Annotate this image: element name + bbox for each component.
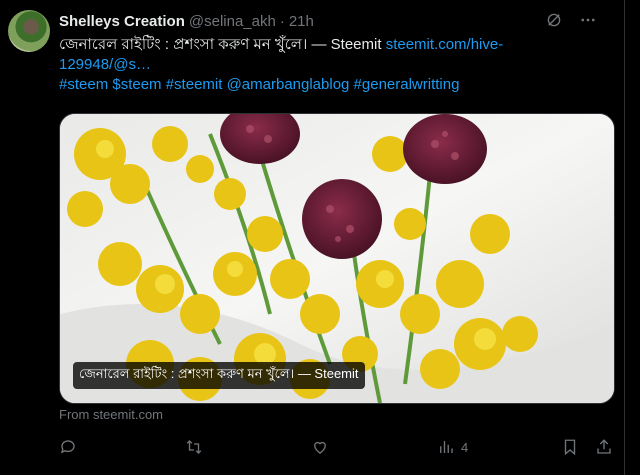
- like-button[interactable]: [311, 438, 329, 456]
- views-icon: [440, 441, 453, 453]
- scrollbar-track[interactable]: [625, 0, 640, 475]
- bookmark-button[interactable]: [561, 438, 579, 456]
- author-handle[interactable]: @selina_akh: [189, 13, 276, 30]
- views-count: 4: [461, 439, 469, 455]
- more-dots-icon[interactable]: [578, 10, 598, 30]
- link-card-image[interactable]: জেনারেল রাইটিং : প্রশংসা করুণ মন খুঁলে। …: [59, 113, 615, 404]
- repost-icon: [186, 440, 202, 454]
- avatar[interactable]: [8, 10, 50, 52]
- post-time[interactable]: 21h: [289, 13, 314, 30]
- separator-dot: ·: [279, 12, 285, 30]
- views-button[interactable]: 4: [437, 438, 468, 456]
- post[interactable]: Shelleys Creation @selina_akh · 21h জেনা…: [0, 0, 625, 475]
- from-source-link[interactable]: From steemit.com: [59, 407, 163, 422]
- reply-button[interactable]: [59, 438, 77, 456]
- top-actions: [544, 10, 598, 30]
- action-bar: 4: [59, 438, 619, 460]
- post-header: Shelleys Creation @selina_akh · 21h: [59, 11, 314, 31]
- card-title: জেনারেল রাইটিং : প্রশংসা করুণ মন খুঁলে। …: [73, 362, 365, 389]
- share-icon: [597, 439, 611, 454]
- post-text-main: জেনারেল রাইটিং : প্রশংসা করুণ মন খুঁলে। …: [59, 36, 386, 53]
- slash-circle-icon[interactable]: [544, 10, 564, 30]
- heart-icon: [314, 441, 326, 454]
- flower-photo: [60, 114, 614, 403]
- post-hashtags[interactable]: #steem $steem #steemit @amarbanglablog #…: [59, 76, 459, 93]
- bookmark-icon: [564, 439, 576, 456]
- reply-icon: [60, 440, 75, 454]
- post-text: জেনারেল রাইটিং : প্রশংসা করুণ মন খুঁলে। …: [59, 35, 579, 95]
- share-button[interactable]: [595, 438, 613, 456]
- author-name[interactable]: Shelleys Creation: [59, 13, 185, 30]
- repost-button[interactable]: [185, 438, 203, 456]
